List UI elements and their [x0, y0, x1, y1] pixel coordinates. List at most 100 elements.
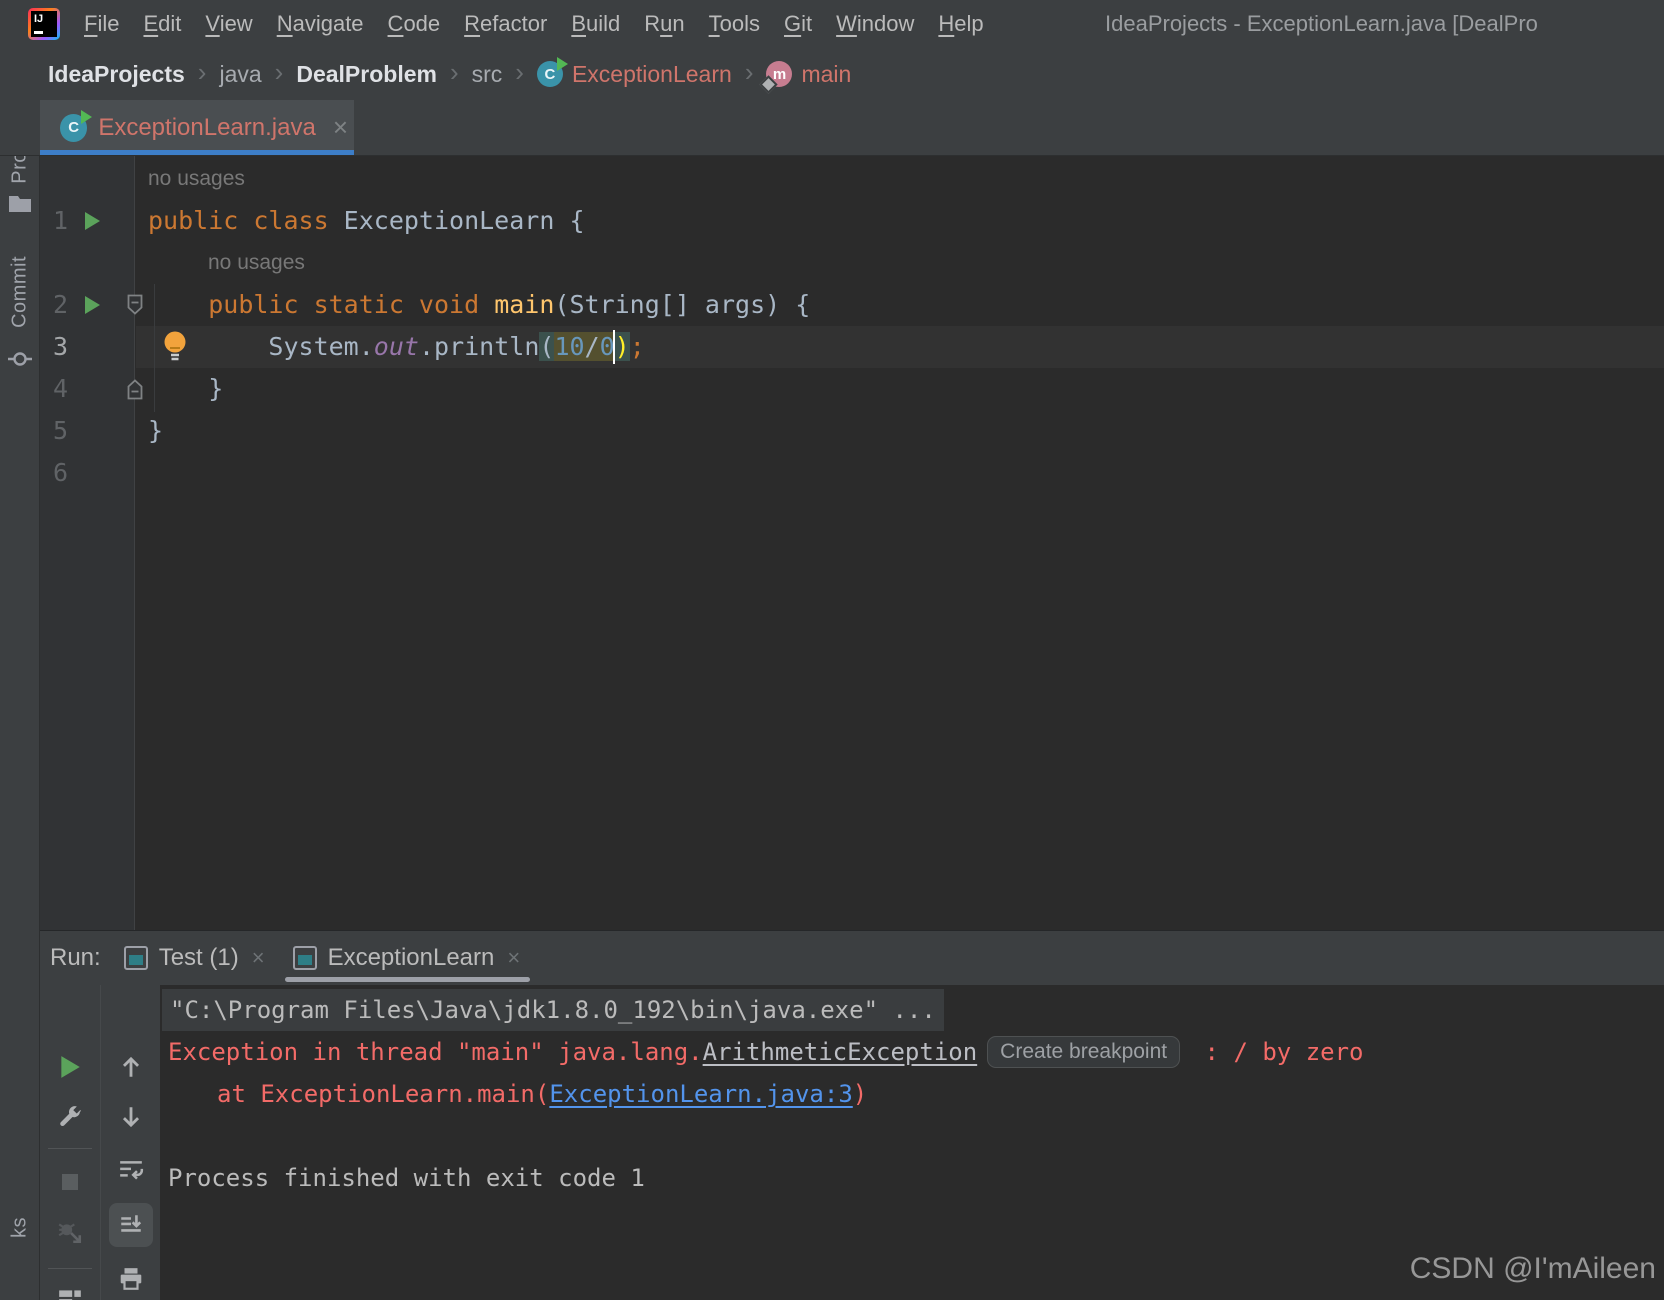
breadcrumb-module[interactable]: DealProblem	[296, 61, 437, 88]
print-button[interactable]	[109, 1257, 153, 1300]
console-line-exception: Exception in thread "main" java.lang. Ari…	[168, 1036, 1364, 1068]
line-number: 3	[52, 332, 68, 361]
sidebar-item-commit[interactable]: Commit	[8, 256, 31, 328]
csdn-watermark: CSDN @I'mAileen	[1409, 1252, 1656, 1285]
soft-wrap-button[interactable]	[109, 1148, 153, 1192]
close-icon[interactable]: ×	[250, 945, 267, 971]
menu-window[interactable]: Window	[824, 11, 926, 37]
toolbar-separator	[48, 1268, 92, 1269]
fold-start-icon[interactable]	[125, 293, 145, 322]
menu-build[interactable]: Build	[559, 11, 632, 37]
scroll-to-end-button[interactable]	[108, 1203, 153, 1247]
code-text: }	[148, 416, 164, 445]
code-editor[interactable]: no usages 1 public class ExceptionLearn …	[40, 156, 1664, 930]
toolbar-separator	[48, 1148, 92, 1149]
menu-code[interactable]: Code	[376, 11, 453, 37]
usages-hint[interactable]: no usages	[148, 158, 245, 200]
line-number: 4	[52, 374, 68, 403]
java-class-icon: C	[536, 57, 568, 87]
breadcrumb-method[interactable]: main	[801, 61, 851, 88]
line-number: 1	[52, 206, 68, 235]
menu-git[interactable]: Git	[772, 11, 824, 37]
usages-hint[interactable]: no usages	[208, 242, 305, 284]
text-caret	[613, 330, 615, 364]
keyword-token: public static void	[208, 290, 495, 319]
window-title: IdeaProjects - ExceptionLearn.java [Deal…	[1105, 11, 1538, 36]
ide-window: IJ File Edit View Navigate Code Refactor…	[0, 0, 1664, 1300]
code-text: }	[148, 374, 224, 403]
exception-class-link[interactable]: ArithmeticException	[703, 1038, 978, 1066]
sidebar-item-bookmarks-partial[interactable]: ks	[8, 1217, 31, 1238]
selected-tab-indicator	[284, 977, 531, 982]
line-number: 6	[52, 458, 68, 487]
inlay-hint-row: no usages	[40, 242, 1664, 284]
up-stack-trace-button[interactable]	[109, 1045, 153, 1089]
run-toolbar-left	[40, 985, 100, 1300]
menu-run[interactable]: Run	[632, 11, 696, 37]
tab-label: ExceptionLearn.java	[98, 113, 316, 141]
menu-edit[interactable]: Edit	[131, 11, 193, 37]
line-number: 2	[52, 290, 68, 319]
breadcrumb-src[interactable]: src	[472, 61, 503, 88]
run-tool-window: Run: Test (1) × ExceptionLearn × "C:\Pro…	[40, 930, 1664, 1300]
create-breakpoint-button[interactable]: Create breakpoint	[987, 1036, 1181, 1068]
menu-help[interactable]: Help	[926, 11, 995, 37]
breadcrumb-package[interactable]: java	[219, 61, 261, 88]
run-method-icon[interactable]	[82, 294, 102, 321]
code-line-3: 3 System.out.println(10/0);	[40, 326, 1664, 368]
close-paren-token: )	[614, 332, 630, 361]
menu-file[interactable]: File	[72, 11, 131, 37]
menu-navigate[interactable]: Navigate	[265, 11, 376, 37]
code-line-4: 4 }	[40, 368, 1664, 410]
console-line-exit: Process finished with exit code 1	[168, 1164, 645, 1192]
code-line-2: 2 public static void main(String[] args)…	[40, 284, 1664, 326]
chevron-right-icon: ›	[515, 56, 524, 87]
run-class-icon[interactable]	[82, 210, 102, 237]
stop-button[interactable]	[48, 1160, 92, 1204]
restore-layout-button[interactable]	[48, 1276, 92, 1300]
run-panel-title[interactable]: Run:	[50, 944, 101, 972]
breadcrumb: IdeaProjects › java › DealProblem › src …	[0, 48, 1664, 100]
editor-tab-bar: C ExceptionLearn.java ×	[0, 100, 1664, 156]
java-method-icon: m	[766, 61, 793, 87]
inlay-hint-row: no usages	[40, 158, 1664, 200]
chevron-right-icon: ›	[449, 56, 459, 87]
run-tab-test[interactable]: Test (1) ×	[111, 931, 280, 985]
down-stack-trace-button[interactable]	[109, 1095, 153, 1139]
left-tool-stripe: Project Commit ks	[0, 100, 40, 1300]
menu-tools[interactable]: Tools	[697, 11, 772, 37]
open-paren-token: (	[539, 332, 555, 361]
attach-debugger-icon[interactable]	[48, 1210, 92, 1254]
console-line-stacktrace: at ExceptionLearn.main(ExceptionLearn.ja…	[217, 1080, 868, 1108]
active-tab-indicator	[40, 150, 354, 155]
code-line-5: 5 }	[40, 410, 1664, 452]
close-icon[interactable]: ×	[327, 112, 354, 143]
close-icon[interactable]: ×	[505, 945, 522, 971]
menu-refactor[interactable]: Refactor	[452, 11, 559, 37]
method-call-token: println	[434, 332, 540, 361]
run-tab-bar: Run: Test (1) × ExceptionLearn ×	[40, 931, 1664, 985]
rerun-button[interactable]	[48, 1045, 92, 1089]
console-command-text: "C:\Program Files\Java\jdk1.8.0_192\bin\…	[162, 989, 944, 1031]
breadcrumb-project-root[interactable]: IdeaProjects	[48, 61, 185, 88]
console-icon	[123, 946, 148, 970]
number-token: 10	[554, 332, 585, 361]
source-location-link[interactable]: ExceptionLearn.java:3	[549, 1080, 852, 1108]
edit-configuration-wrench-button[interactable]	[48, 1095, 92, 1139]
java-class-icon: C	[60, 109, 93, 142]
run-tab-exceptionlearn[interactable]: ExceptionLearn ×	[280, 931, 536, 985]
folder-icon	[8, 194, 32, 219]
chevron-right-icon: ›	[274, 56, 284, 87]
tab-exceptionlearn-java[interactable]: C ExceptionLearn.java ×	[40, 100, 354, 155]
fold-end-icon[interactable]	[125, 377, 145, 406]
breadcrumb-class[interactable]: ExceptionLearn	[572, 61, 732, 88]
code-line-1: 1 public class ExceptionLearn {	[40, 200, 1664, 242]
menu-view[interactable]: View	[193, 11, 264, 37]
run-toolbar-console	[100, 985, 160, 1300]
field-token: out	[373, 332, 419, 361]
keyword-token: public class	[148, 206, 344, 235]
class-name-token: ExceptionLearn	[343, 206, 555, 235]
method-name-token: main	[494, 290, 555, 319]
semicolon-token: ;	[629, 332, 645, 361]
